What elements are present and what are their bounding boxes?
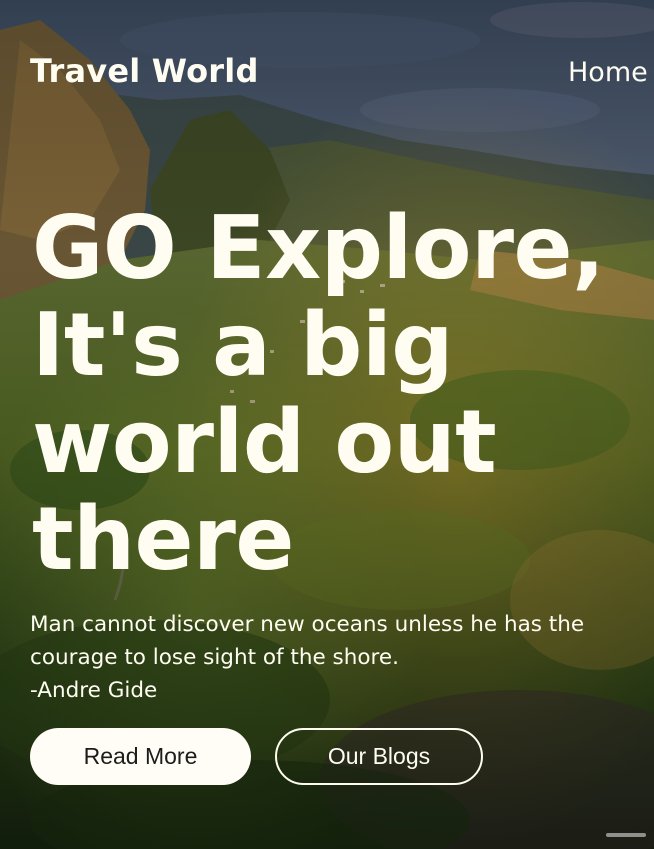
quote-text: Man cannot discover new oceans unless he… [30, 612, 585, 670]
hero-headline: GO Explore, It's a big world out there [32, 200, 632, 588]
quote-author: -Andre Gide [30, 678, 158, 703]
scrollbar-thumb[interactable] [606, 833, 646, 837]
brand-logo[interactable]: Travel World [30, 52, 259, 90]
hero-headline-line: there [32, 488, 294, 590]
hero-headline-line: GO Explore, [32, 197, 605, 299]
read-more-button[interactable]: Read More [30, 728, 251, 785]
hero-headline-line: It's a big [32, 294, 454, 396]
nav-link-home[interactable]: Home [568, 57, 648, 88]
our-blogs-button[interactable]: Our Blogs [275, 728, 483, 785]
hero-quote: Man cannot discover new oceans unless he… [30, 608, 630, 707]
navbar: Travel World Home [0, 0, 654, 150]
hero-section: Travel World Home GO Explore, It's a big… [0, 0, 654, 849]
hero-headline-line: world out [32, 391, 497, 493]
